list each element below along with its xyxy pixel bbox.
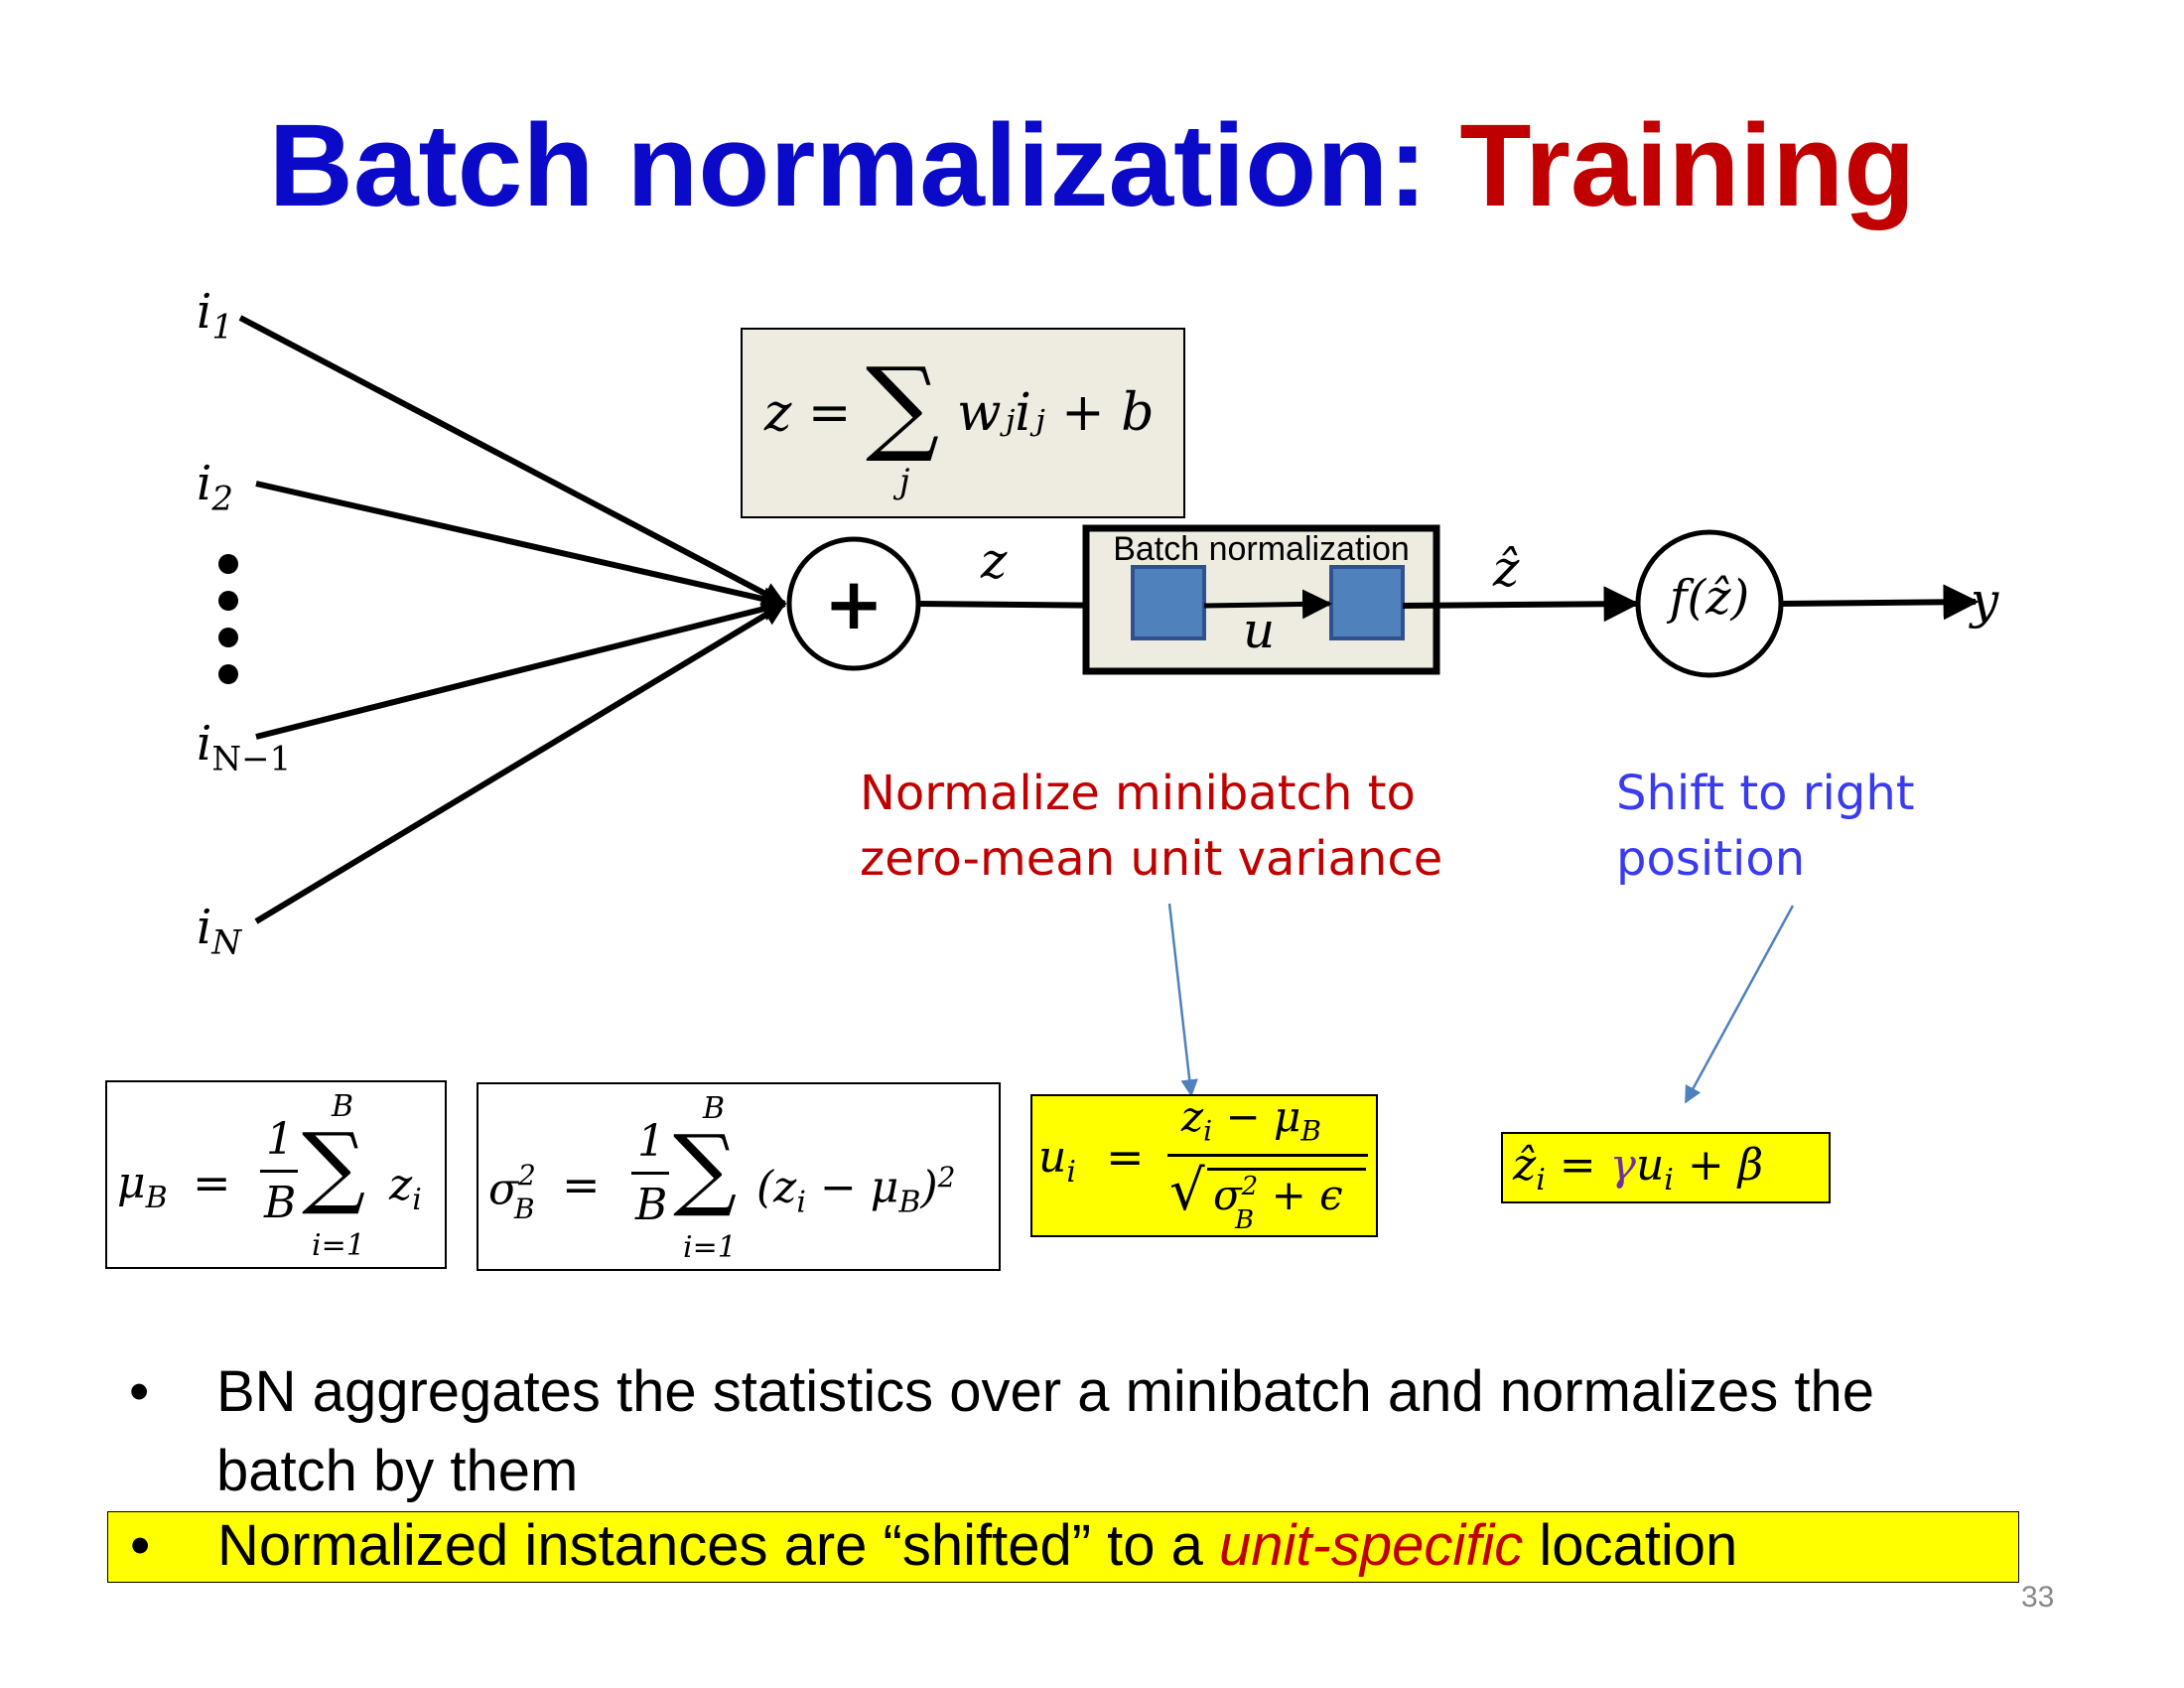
shift-callout-arrow [1684, 905, 1795, 1104]
mean-sigma: ∑ [302, 1114, 366, 1218]
normalize-frac-bar [1167, 1154, 1368, 1157]
ellipsis-dot [218, 664, 238, 684]
bullet-aggregation: • BN aggregates the statistics over a mi… [107, 1352, 2023, 1511]
normalize-note: Normalize minibatch to zero-mean unit va… [860, 766, 1443, 887]
bullet-marker: • [130, 1513, 151, 1578]
page-number: 33 [2021, 1581, 2055, 1614]
variance-lhs-sub: B [514, 1193, 535, 1225]
variance-num: 1 [637, 1116, 665, 1167]
mean-num: 1 [266, 1114, 294, 1165]
activation-label: f(ẑ) [1669, 570, 1750, 626]
bullet-aggregation-text: BN aggregates the statistics over a mini… [216, 1359, 1874, 1503]
normalize-eq: = [1106, 1130, 1145, 1184]
bn-block-2 [1329, 565, 1405, 640]
variance-term: (zi − μB)2 [756, 1161, 956, 1220]
zhat-arrow [1402, 586, 1640, 623]
input-line-n [254, 601, 787, 924]
normalize-formula-box: ui = zi − μB √ σ2 + ϵ B [1030, 1094, 1378, 1237]
bn-box-label: Batch normalization [1113, 530, 1410, 568]
bn-block-1 [1131, 565, 1206, 640]
mean-term: zi [389, 1160, 422, 1217]
z-label: z [981, 532, 1008, 590]
shift-formula-box: ẑi = γui + β [1501, 1132, 1831, 1203]
shift-formula: ẑi = γui + β [1513, 1140, 1764, 1197]
mean-upper: B [332, 1089, 354, 1124]
normalize-num: zi − μB [1181, 1092, 1321, 1148]
input-line-1 [238, 315, 787, 607]
variance-sigma: ∑ [673, 1116, 738, 1220]
zhat-label: ẑ [1493, 540, 1520, 598]
variance-den: B [635, 1180, 668, 1230]
sum-eq-rhs: wⱼiⱼ + b [957, 383, 1155, 443]
normalize-den: σ2 + ϵ [1213, 1171, 1343, 1219]
output-arrow [1781, 584, 1979, 621]
mean-formula-box: μB = 1 B ∑ B i=1 zi [105, 1080, 447, 1269]
shift-note: Shift to right position [1616, 766, 1915, 887]
normalize-lhs: ui [1038, 1132, 1076, 1190]
variance-frac-bar [631, 1172, 669, 1175]
mean-eq: = [193, 1156, 231, 1209]
mean-lower: i=1 [312, 1228, 365, 1263]
bullet-shift-text: Normalized instances are “shifted” to a … [217, 1513, 1738, 1578]
input-line-2 [255, 481, 787, 611]
normalize-den-sub: B [1235, 1205, 1255, 1235]
mean-frac-bar [260, 1170, 298, 1173]
sum-equation-box: z = ∑ j wⱼiⱼ + b [741, 328, 1185, 518]
ellipsis-dot [218, 591, 238, 611]
variance-lower: i=1 [683, 1230, 737, 1265]
bullet-marker: • [129, 1359, 150, 1424]
output-label: y [1971, 572, 1999, 630]
sum-symbol: + [823, 562, 885, 645]
sum-eq-index: j [899, 462, 910, 501]
sum-eq-sigma: ∑ [866, 345, 940, 466]
variance-upper: B [703, 1091, 726, 1126]
variance-formula-box: σ2 B = 1 B ∑ B i=1 (zi − μB)2 [477, 1082, 1001, 1271]
mean-den: B [264, 1178, 297, 1228]
ellipsis-dot [218, 628, 238, 647]
input-line-n-minus-1 [255, 597, 787, 740]
sum-eq-lhs: z = [764, 383, 852, 443]
ellipsis-dot [218, 554, 238, 574]
normalize-callout-arrow [1167, 903, 1198, 1097]
u-label: u [1243, 602, 1276, 659]
bullet-shift: • Normalized instances are “shifted” to … [107, 1511, 2019, 1583]
normalize-sqrt-sign: √ [1169, 1159, 1205, 1223]
mean-lhs: μB [117, 1158, 168, 1215]
variance-eq: = [562, 1158, 601, 1211]
